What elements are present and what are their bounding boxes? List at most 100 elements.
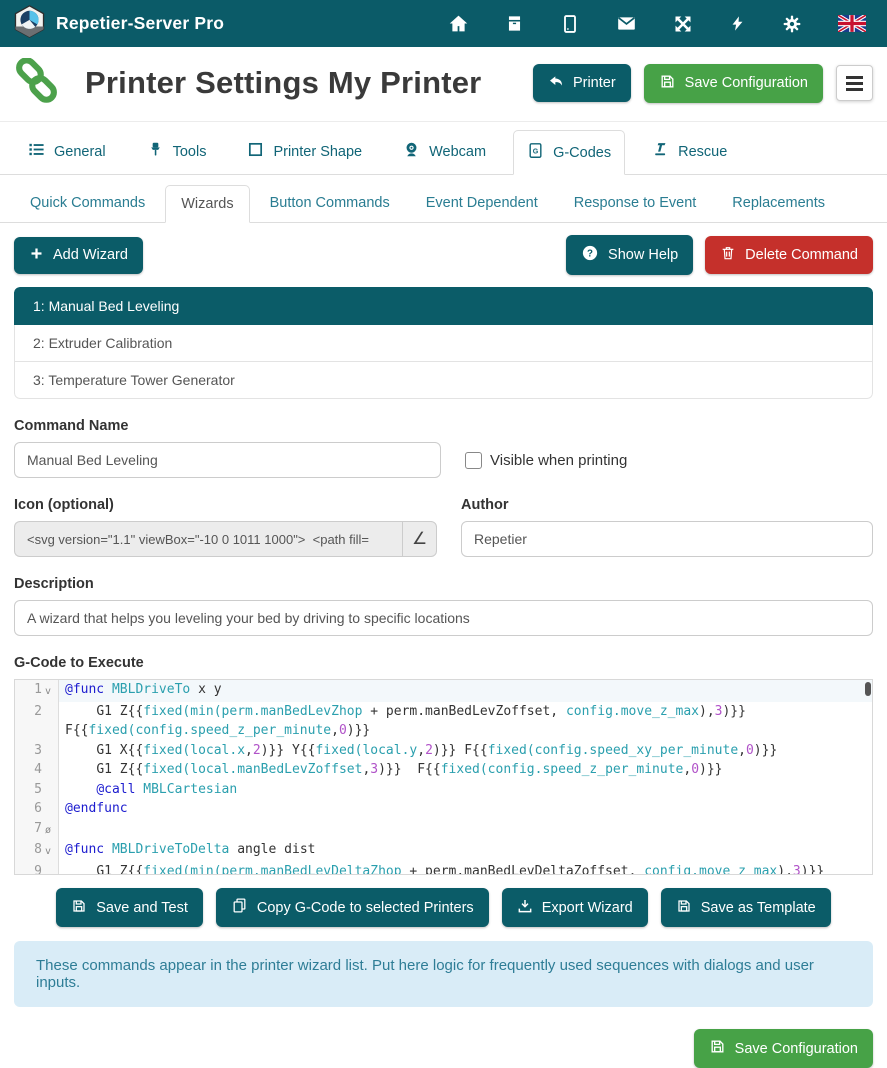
author-label: Author bbox=[461, 497, 873, 513]
brand-title: Repetier-Server Pro bbox=[56, 13, 224, 34]
description-label: Description bbox=[14, 576, 873, 592]
menu-button[interactable] bbox=[836, 65, 873, 101]
back-arrow-icon bbox=[548, 73, 564, 93]
code-line[interactable]: 8v@func MBLDriveToDelta angle dist bbox=[15, 840, 872, 862]
gcode-editor[interactable]: 1v@func MBLDriveTo x y2 G1 Z{{fixed(min(… bbox=[14, 679, 873, 875]
save-icon bbox=[71, 898, 87, 918]
plus-icon bbox=[29, 246, 44, 265]
line-number: 6 bbox=[15, 799, 59, 819]
home-icon[interactable] bbox=[448, 13, 469, 34]
delete-command-button[interactable]: Delete Command bbox=[705, 236, 873, 274]
help-icon: ? bbox=[581, 244, 599, 266]
sub-tabs: Quick Commands Wizards Button Commands E… bbox=[0, 175, 887, 223]
code-line[interactable]: 1v@func MBLDriveTo x y bbox=[15, 680, 872, 702]
line-number: 2 bbox=[15, 702, 59, 741]
webcam-icon bbox=[403, 141, 420, 162]
tab-general[interactable]: General bbox=[14, 129, 120, 174]
edit-icon-button[interactable]: ∠ bbox=[402, 521, 437, 557]
code-line[interactable]: 9 G1 Z{{fixed(min(perm.manBedLevDeltaZho… bbox=[15, 862, 872, 876]
footer-row: Save Configuration bbox=[0, 1007, 887, 1068]
mail-icon[interactable] bbox=[616, 13, 637, 34]
square-icon bbox=[247, 141, 264, 162]
code-line[interactable]: 6@endfunc bbox=[15, 799, 872, 819]
svg-text:?: ? bbox=[587, 248, 593, 259]
tablet-icon[interactable] bbox=[560, 14, 580, 34]
show-help-button[interactable]: ? Show Help bbox=[566, 235, 693, 275]
page-header: Printer Settings My Printer Printer Save… bbox=[0, 47, 887, 122]
code-line[interactable]: 4 G1 Z{{fixed(local.manBedLevZoffset,3)}… bbox=[15, 760, 872, 780]
tab-rescue[interactable]: Rescue bbox=[638, 129, 741, 174]
brand[interactable]: Repetier-Server Pro bbox=[13, 5, 224, 43]
line-number: 8v bbox=[15, 840, 59, 862]
save-icon bbox=[676, 898, 692, 918]
subtab-button-commands[interactable]: Button Commands bbox=[254, 184, 406, 222]
command-name-label: Command Name bbox=[14, 418, 441, 434]
download-icon bbox=[517, 898, 533, 918]
wizard-form: Command Name Visible when printing Icon … bbox=[0, 399, 887, 875]
wizard-toolbar: Add Wizard ? Show Help Delete Command bbox=[0, 223, 887, 275]
expand-icon[interactable] bbox=[673, 14, 693, 34]
save-configuration-button-top[interactable]: Save Configuration bbox=[644, 64, 823, 103]
visible-when-printing-label: Visible when printing bbox=[490, 452, 627, 469]
code-line[interactable]: 7ø bbox=[15, 819, 872, 841]
subtab-quick-commands[interactable]: Quick Commands bbox=[14, 184, 161, 222]
code-line[interactable]: 2 G1 Z{{fixed(min(perm.manBedLevZhop + p… bbox=[15, 702, 872, 741]
gcode-file-icon: G bbox=[527, 142, 544, 163]
save-icon bbox=[709, 1038, 726, 1059]
save-icon bbox=[659, 73, 676, 94]
tab-webcam[interactable]: Webcam bbox=[389, 129, 500, 174]
tab-g-codes[interactable]: G G-Codes bbox=[513, 130, 625, 175]
gear-icon[interactable] bbox=[782, 14, 802, 34]
wizard-item-temperature-tower[interactable]: 3: Temperature Tower Generator bbox=[14, 362, 873, 399]
add-wizard-button[interactable]: Add Wizard bbox=[14, 237, 143, 274]
line-number: 7ø bbox=[15, 819, 59, 841]
gcode-editor-lines: 1v@func MBLDriveTo x y2 G1 Z{{fixed(min(… bbox=[15, 680, 872, 875]
wizard-item-manual-bed-leveling[interactable]: 1: Manual Bed Leveling bbox=[14, 287, 873, 325]
tools-icon bbox=[147, 141, 164, 162]
subtab-response-to-event[interactable]: Response to Event bbox=[558, 184, 713, 222]
save-as-template-button[interactable]: Save as Template bbox=[661, 888, 831, 927]
navbar-icons bbox=[448, 13, 874, 34]
author-input[interactable] bbox=[461, 521, 873, 557]
visible-when-printing[interactable]: Visible when printing bbox=[465, 452, 627, 478]
bolt-icon[interactable] bbox=[729, 14, 746, 33]
trash-icon bbox=[720, 245, 736, 265]
app-logo-icon bbox=[13, 5, 46, 43]
subtab-wizards[interactable]: Wizards bbox=[165, 185, 249, 223]
tab-tools[interactable]: Tools bbox=[133, 129, 221, 174]
visible-when-printing-checkbox[interactable] bbox=[465, 452, 482, 469]
list-icon bbox=[28, 141, 45, 162]
header-actions: Printer Save Configuration bbox=[533, 64, 873, 103]
main-tabs: General Tools Printer Shape Webcam G G-C… bbox=[0, 122, 887, 175]
command-name-input[interactable] bbox=[14, 442, 441, 478]
description-input[interactable] bbox=[14, 600, 873, 636]
printer-box-icon[interactable] bbox=[505, 14, 524, 33]
printer-button[interactable]: Printer bbox=[533, 64, 631, 102]
line-number: 9 bbox=[15, 862, 59, 876]
code-line[interactable]: 5 @call MBLCartesian bbox=[15, 780, 872, 800]
bottom-actions: Save and Test Copy G-Code to selected Pr… bbox=[0, 888, 887, 927]
code-line[interactable]: 3 G1 X{{fixed(local.x,2)}} Y{{fixed(loca… bbox=[15, 741, 872, 761]
icon-label: Icon (optional) bbox=[14, 497, 437, 513]
save-configuration-button-bottom[interactable]: Save Configuration bbox=[694, 1029, 873, 1068]
subtab-event-dependent[interactable]: Event Dependent bbox=[410, 184, 554, 222]
page-title: Printer Settings My Printer bbox=[85, 65, 481, 101]
editor-scrollbar[interactable] bbox=[865, 682, 871, 696]
language-flag-icon[interactable] bbox=[838, 15, 866, 32]
line-number: 3 bbox=[15, 741, 59, 761]
line-number: 5 bbox=[15, 780, 59, 800]
rescue-icon bbox=[652, 141, 669, 162]
icon-svg-input[interactable] bbox=[14, 521, 402, 557]
copy-icon bbox=[231, 897, 248, 918]
line-number: 4 bbox=[15, 760, 59, 780]
subtab-replacements[interactable]: Replacements bbox=[716, 184, 841, 222]
tab-printer-shape[interactable]: Printer Shape bbox=[233, 129, 376, 174]
export-wizard-button[interactable]: Export Wizard bbox=[502, 888, 648, 927]
svg-text:G: G bbox=[533, 147, 539, 155]
save-and-test-button[interactable]: Save and Test bbox=[56, 888, 203, 927]
wizard-item-extruder-calibration[interactable]: 2: Extruder Calibration bbox=[14, 325, 873, 362]
angle-icon: ∠ bbox=[412, 529, 427, 549]
chain-link-icon bbox=[14, 58, 59, 108]
copy-gcode-button[interactable]: Copy G-Code to selected Printers bbox=[216, 888, 489, 927]
info-alert: These commands appear in the printer wiz… bbox=[14, 941, 873, 1007]
